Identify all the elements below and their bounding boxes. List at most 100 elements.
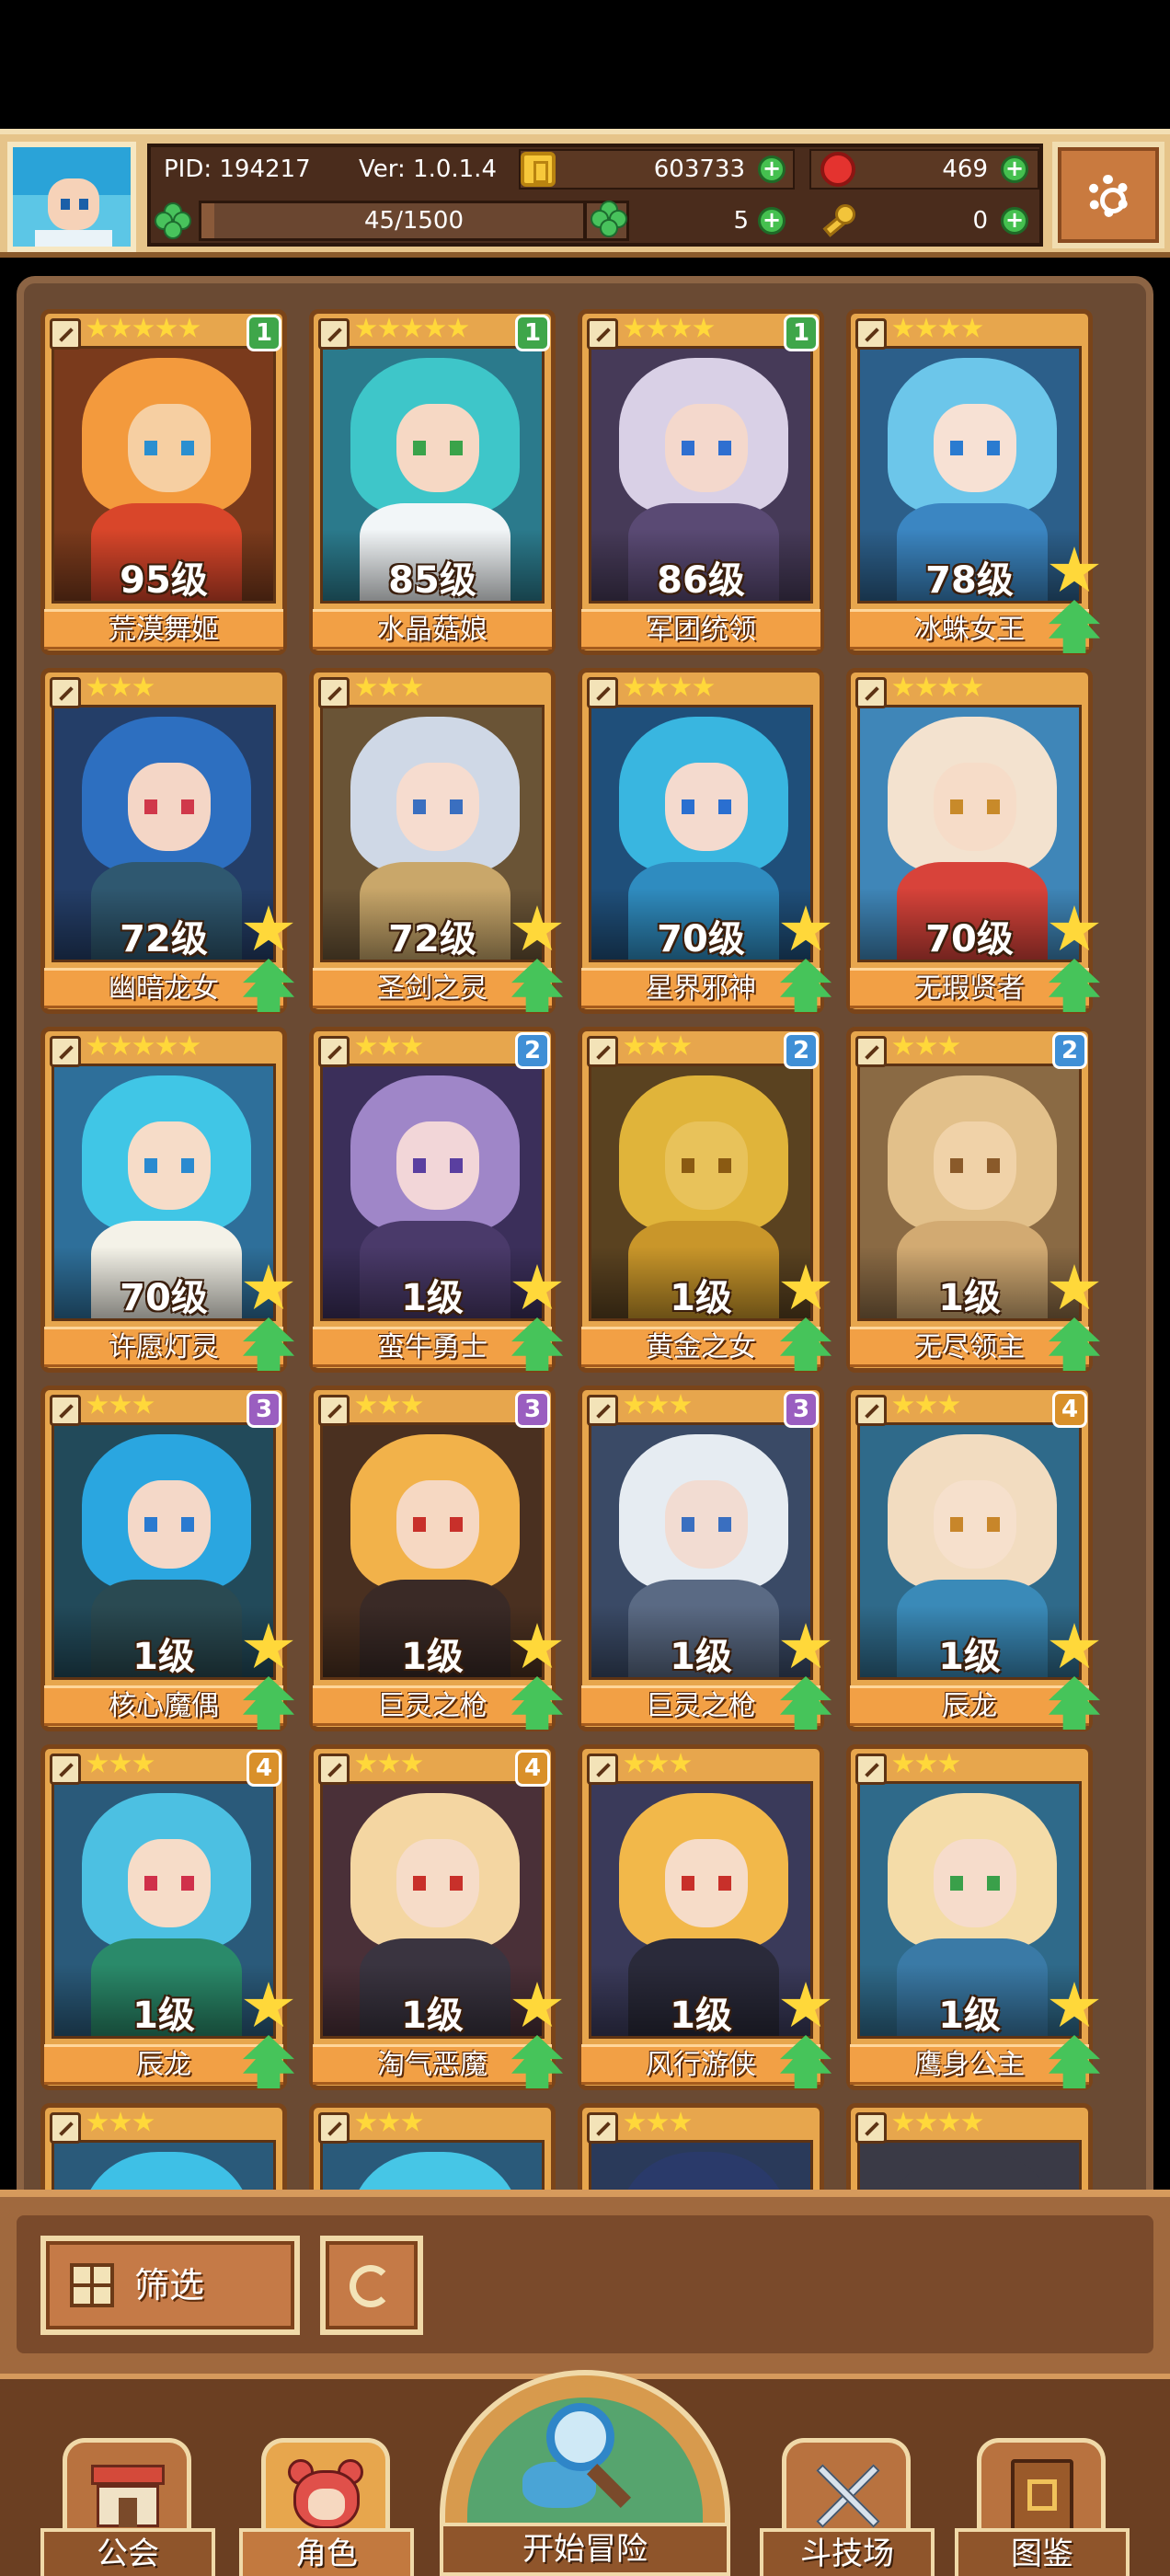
hero-card[interactable]: 70级 星界邪神 [578, 668, 832, 1014]
player-avatar[interactable] [7, 142, 136, 252]
hero-card[interactable]: 1级 风行游侠 [578, 1744, 832, 2090]
hero-tier-badge: 1 [247, 315, 281, 351]
add-clover-button[interactable]: + [758, 207, 786, 235]
hero-star-rating [892, 1391, 960, 1422]
star-icon [86, 317, 109, 338]
hero-card[interactable]: 1 95级 荒漠舞姬 [40, 309, 287, 655]
star-icon [961, 676, 983, 696]
star-icon [109, 1035, 132, 1055]
hero-card[interactable]: 3 1级 巨灵之枪 [578, 1386, 832, 1731]
class-weapon-icon [318, 1395, 350, 1426]
star-icon [401, 676, 423, 696]
hero-level: 1级 [132, 1636, 195, 1678]
filter-button[interactable]: 筛选 [40, 2236, 300, 2335]
hero-star-rating [892, 1032, 960, 1064]
clover-stamina-icon [155, 202, 191, 239]
hero-card[interactable]: 70级 无瑕贤者 [846, 668, 1100, 1014]
hero-star-rating [355, 2109, 423, 2140]
hero-card[interactable]: 1级 鹰身公主 [846, 1744, 1100, 2090]
hero-card[interactable]: 4 1级 淘气恶魔 [309, 1744, 563, 2090]
hero-level: 1级 [401, 1636, 464, 1678]
refresh-button[interactable] [320, 2236, 423, 2335]
add-key-button[interactable]: + [1001, 207, 1028, 235]
star-icon [693, 317, 715, 338]
hero-tier-badge: 1 [515, 315, 550, 351]
hero-star-rating [624, 1391, 692, 1422]
hero-level: 1级 [132, 1995, 195, 2037]
hero-card[interactable]: 70级 许愿灯灵 [40, 1027, 294, 1373]
class-weapon-icon [587, 677, 618, 708]
hero-name: 巨灵之枪 [377, 1690, 488, 1722]
star-icon [915, 1753, 937, 1773]
guild-hall-icon [91, 2465, 165, 2529]
hero-name: 幽暗龙女 [109, 972, 219, 1005]
star-icon [624, 1394, 646, 1414]
hero-star-rating [355, 673, 423, 705]
star-icon [378, 317, 400, 338]
hero-star-rating [624, 315, 715, 346]
hero-star-rating [86, 1750, 155, 1781]
star-icon [401, 1753, 423, 1773]
star-icon [355, 1035, 377, 1055]
tab-codex[interactable]: 图鉴 [955, 2420, 1130, 2576]
hero-star-rating [892, 315, 983, 346]
star-icon [178, 1035, 201, 1055]
hero-card[interactable]: 2 1级 蛮牛勇士 [309, 1027, 563, 1373]
player-info-panel: PID: 194217 Ver: 1.0.1.4 603733 + 469 + … [147, 144, 1043, 247]
star-icon [670, 676, 692, 696]
hero-name-plate: 水晶菇娘 [313, 609, 552, 650]
add-gem-button[interactable]: + [1001, 155, 1028, 183]
hero-card[interactable]: 4 1级 辰龙 [40, 1744, 294, 2090]
star-icon [109, 2111, 132, 2132]
hero-card[interactable]: 78级 冰蛛女王 [846, 309, 1100, 655]
star-icon [915, 317, 937, 338]
clover-amount: 5 [733, 207, 749, 235]
hero-card[interactable]: 4 1级 辰龙 [846, 1386, 1100, 1731]
star-icon [155, 317, 178, 338]
star-icon [109, 1394, 132, 1414]
game-version: Ver: 1.0.1.4 [359, 155, 497, 183]
star-icon [132, 2111, 155, 2132]
star-icon [670, 1753, 692, 1773]
add-gold-button[interactable]: + [758, 155, 786, 183]
hero-card[interactable]: 1 85级 水晶菇娘 [309, 309, 556, 655]
tab-heroes[interactable]: 角色 [239, 2420, 414, 2576]
tab-arena-label: 斗技场 [800, 2536, 894, 2572]
tab-guild-label: 公会 [97, 2536, 159, 2572]
hero-name-plate: 无尽领主 [850, 1327, 1089, 1367]
star-icon [401, 2111, 423, 2132]
class-weapon-icon [855, 318, 887, 350]
star-icon [938, 1753, 960, 1773]
hero-card[interactable]: 2 1级 黄金之女 [578, 1027, 832, 1373]
hero-card[interactable]: 3 1级 巨灵之枪 [309, 1386, 563, 1731]
star-icon [378, 2111, 400, 2132]
hero-card[interactable]: 72级 圣剑之灵 [309, 668, 563, 1014]
hero-card[interactable]: 2 1级无尽领主 [846, 1027, 1100, 1373]
class-weapon-icon [318, 2112, 350, 2144]
tab-arena[interactable]: 斗技场 [760, 2420, 935, 2576]
star-icon [178, 317, 201, 338]
hero-card[interactable]: 3 1级 核心魔偶 [40, 1386, 294, 1731]
star-icon [892, 676, 914, 696]
stamina-amount: 45/1500 [363, 207, 464, 235]
hero-level: 1级 [938, 1277, 1001, 1319]
hero-name: 无尽领主 [914, 1331, 1025, 1363]
hero-card[interactable]: 1 86级 军团统领 [578, 309, 824, 655]
hero-name: 无瑕贤者 [914, 972, 1025, 1005]
start-adventure-button[interactable]: 开始冒险 [440, 2370, 730, 2576]
hero-card[interactable]: 72级 幽暗龙女 [40, 668, 294, 1014]
hero-level: 1级 [670, 1995, 732, 2037]
hero-name: 巨灵之枪 [646, 1690, 756, 1722]
star-icon [86, 1035, 109, 1055]
settings-button[interactable] [1052, 142, 1164, 248]
star-icon [86, 2111, 109, 2132]
key-amount: 0 [972, 207, 988, 235]
red-gem-icon [820, 152, 855, 187]
star-icon [915, 1035, 937, 1055]
star-icon [961, 317, 983, 338]
tab-guild[interactable]: 公会 [40, 2420, 215, 2576]
star-icon [647, 1035, 669, 1055]
hero-tier-badge: 2 [1052, 1032, 1087, 1069]
star-icon [647, 676, 669, 696]
hero-tier-badge: 1 [784, 315, 819, 351]
